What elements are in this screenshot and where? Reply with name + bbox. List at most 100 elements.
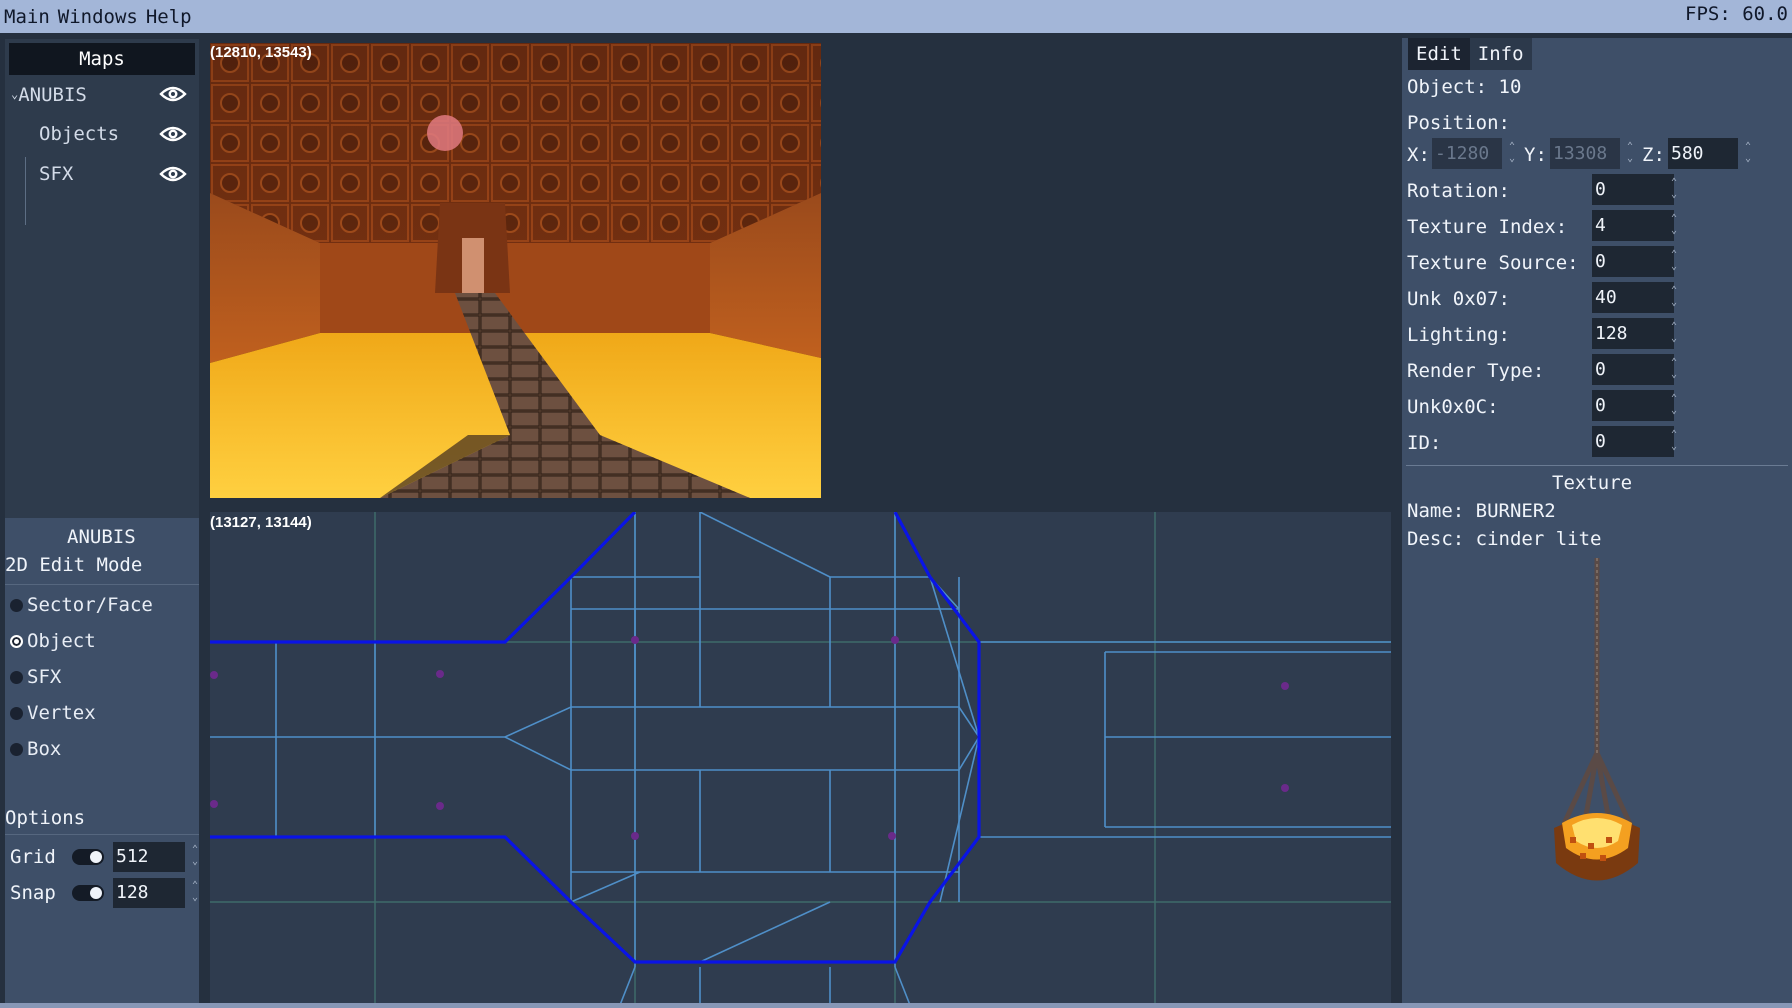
spinner-icon[interactable]: ⌃ ⌄ [1669,213,1679,239]
grid-label: Grid [10,846,56,868]
viewport-3d[interactable]: (12810, 13543) [210,43,821,498]
z-label: Z: [1642,144,1665,166]
sector-edges [210,512,1391,1005]
lighting-field[interactable]: 128 [1592,318,1674,349]
object-markers [210,636,1289,840]
map-name: ANUBIS [67,526,136,548]
texture-desc: Desc: cinder lite [1407,528,1602,550]
radio-vertex[interactable]: Vertex [10,698,96,728]
menu-help[interactable]: Help [142,6,192,28]
radio-label: Vertex [27,702,96,724]
snap-toggle[interactable] [72,885,104,901]
tree-item-anubis[interactable]: ⌄ANUBIS [11,79,195,109]
unk0c-field[interactable]: 0 [1592,390,1674,421]
radio-label: Box [27,738,62,760]
fps-counter: FPS: 60.0 [1685,3,1788,25]
divider [5,584,199,585]
tree-item-objects[interactable]: Objects [11,119,195,149]
rotation-field[interactable]: 0 [1592,174,1674,205]
unk07-label: Unk 0x07: [1407,288,1510,310]
inspector-tabs: Edit Info [1408,38,1532,70]
unk07-field[interactable]: 40 [1592,282,1674,313]
position-label: Position: [1407,112,1510,134]
x-label: X: [1407,144,1430,166]
spinner-icon[interactable]: ⌃ ⌄ [1625,141,1635,167]
spinner-icon[interactable]: ⌃ ⌄ [1669,393,1679,419]
cursor-coords: (13127, 13144) [210,514,312,531]
menu-windows[interactable]: Windows [54,6,138,28]
divider [5,834,199,835]
z-field[interactable]: 580 [1668,138,1738,169]
status-strip [0,1003,1792,1008]
y-field[interactable]: 13308 [1550,138,1620,169]
mode-panel: ANUBIS 2D Edit Mode Sector/Face Object S… [5,518,199,1005]
spinner-icon[interactable]: ⌃ ⌄ [1669,249,1679,275]
maps-header[interactable]: Maps [9,43,195,75]
rotation-label: Rotation: [1407,180,1510,202]
menu-bar: Main Windows Help FPS: 60.0 [0,0,1792,33]
spinner-icon[interactable]: ⌃ ⌄ [1507,141,1517,167]
2d-map-canvas [210,512,1391,1005]
grid-lines [210,512,1391,1005]
spinner-icon[interactable]: ⌃ ⌄ [1669,429,1679,455]
eye-icon[interactable] [159,123,187,145]
radio-dot [10,743,23,756]
tree-item-label: Objects [39,123,120,145]
grid-option: Grid 512 ⌃ ⌄ [10,840,200,874]
tree-item-sfx[interactable]: SFX [11,159,195,189]
options-title: Options [5,807,86,829]
texture-source-label: Texture Source: [1407,252,1579,274]
texture-index-label: Texture Index: [1407,216,1568,238]
render-type-label: Render Type: [1407,360,1545,382]
texture-preview [1554,558,1640,881]
lighting-label: Lighting: [1407,324,1510,346]
tab-edit[interactable]: Edit [1408,38,1470,70]
radio-sector-face[interactable]: Sector/Face [10,590,153,620]
eye-icon[interactable] [159,83,187,105]
radio-sfx[interactable]: SFX [10,662,61,692]
viewport-2d[interactable]: (13127, 13144) [210,512,1391,1005]
divider [1406,465,1788,466]
grid-size-input[interactable]: 512 [113,842,185,872]
3d-render [210,43,821,498]
spinner-icon[interactable]: ⌃ ⌄ [190,844,200,870]
id-label: ID: [1407,432,1442,454]
radio-box[interactable]: Box [10,734,61,764]
eye-icon[interactable] [159,163,187,185]
object-title: Object: 10 [1407,76,1522,98]
radio-dot [10,671,23,684]
radio-label: SFX [27,666,62,688]
tab-info[interactable]: Info [1469,38,1532,70]
camera-coords: (12810, 13543) [210,44,312,61]
radio-dot [10,707,23,720]
spinner-icon[interactable]: ⌃ ⌄ [1669,177,1679,203]
render-type-field[interactable]: 0 [1592,354,1674,385]
radio-dot [10,599,23,612]
spinner-icon[interactable]: ⌃ ⌄ [1669,321,1679,347]
grid-toggle[interactable] [72,849,104,865]
radio-object[interactable]: Object [10,626,96,656]
id-field[interactable]: 0 [1592,426,1674,457]
tree-item-label: SFX [39,163,74,185]
spinner-icon[interactable]: ⌃ ⌄ [190,880,200,906]
x-field[interactable]: -1280 [1432,138,1502,169]
spinner-icon[interactable]: ⌃ ⌄ [1669,357,1679,383]
tree-item-label: ANUBIS [18,84,87,106]
texture-source-field[interactable]: 0 [1592,246,1674,277]
radio-label: Sector/Face [27,594,153,616]
mode-title: 2D Edit Mode [5,554,143,576]
inspector-panel: Edit Info Object: 10 Position: X: -1280 … [1402,38,1792,1005]
texture-index-field[interactable]: 4 [1592,210,1674,241]
spinner-icon[interactable]: ⌃ ⌄ [1743,141,1753,167]
radio-dot-selected [10,635,23,648]
texture-title: Texture [1552,472,1633,494]
menu-main[interactable]: Main [0,6,50,28]
snap-size-input[interactable]: 128 [113,878,185,908]
y-label: Y: [1524,144,1547,166]
snap-label: Snap [10,882,56,904]
spinner-icon[interactable]: ⌃ ⌄ [1669,285,1679,311]
texture-name: Name: BURNER2 [1407,500,1556,522]
snap-option: Snap 128 ⌃ ⌄ [10,876,200,910]
radio-label: Object [27,630,96,652]
unk0c-label: Unk0x0C: [1407,396,1499,418]
